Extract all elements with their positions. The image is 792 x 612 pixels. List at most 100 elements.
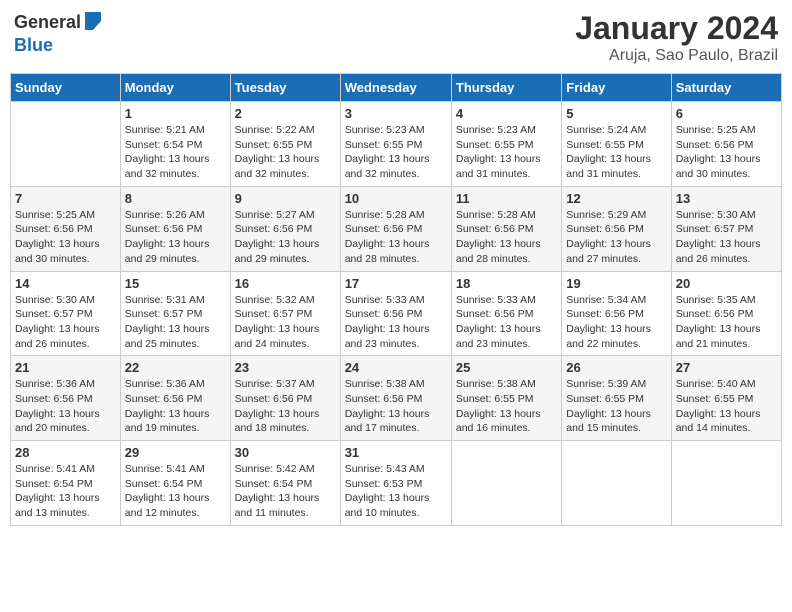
- day-info: Sunrise: 5:26 AM Sunset: 6:56 PM Dayligh…: [125, 208, 226, 267]
- calendar-cell: 30 Sunrise: 5:42 AM Sunset: 6:54 PM Dayli…: [230, 441, 340, 526]
- day-number: 15: [125, 276, 226, 291]
- day-info: Sunrise: 5:29 AM Sunset: 6:56 PM Dayligh…: [566, 208, 666, 267]
- calendar-cell: 17Sunrise: 5:33 AM Sunset: 6:56 PM Dayli…: [340, 271, 451, 356]
- day-info: Sunrise: 5:25 AM Sunset: 6:56 PM Dayligh…: [676, 123, 777, 182]
- day-number: 22: [125, 360, 226, 375]
- day-info: Sunrise: 5:35 AM Sunset: 6:56 PM Dayligh…: [676, 293, 777, 352]
- day-info: Sunrise: 5:27 AM Sunset: 6:56 PM Dayligh…: [235, 208, 336, 267]
- calendar-cell: 19 Sunrise: 5:34 AM Sunset: 6:56 PM Dayli…: [562, 271, 671, 356]
- calendar-cell: 10 Sunrise: 5:28 AM Sunset: 6:56 PM Dayli…: [340, 186, 451, 271]
- day-info: Sunrise: 5:28 AM Sunset: 6:56 PM Dayligh…: [345, 208, 447, 267]
- calendar-cell: 27Sunrise: 5:40 AM Sunset: 6:55 PM Dayli…: [671, 356, 781, 441]
- week-row-5: 28Sunrise: 5:41 AM Sunset: 6:54 PM Dayli…: [11, 441, 782, 526]
- day-number: 26: [566, 360, 666, 375]
- day-info: Sunrise: 5:31 AM Sunset: 6:57 PM Dayligh…: [125, 293, 226, 352]
- calendar-cell: 6 Sunrise: 5:25 AM Sunset: 6:56 PM Daylig…: [671, 102, 781, 187]
- calendar-cell: 8Sunrise: 5:26 AM Sunset: 6:56 PM Daylig…: [120, 186, 230, 271]
- calendar-cell: 25 Sunrise: 5:38 AM Sunset: 6:55 PM Dayli…: [451, 356, 561, 441]
- day-number: 11: [456, 191, 557, 206]
- calendar-cell: 15 Sunrise: 5:31 AM Sunset: 6:57 PM Dayli…: [120, 271, 230, 356]
- day-number: 7: [15, 191, 116, 206]
- week-row-4: 21 Sunrise: 5:36 AM Sunset: 6:56 PM Dayli…: [11, 356, 782, 441]
- calendar-cell: 12 Sunrise: 5:29 AM Sunset: 6:56 PM Dayli…: [562, 186, 671, 271]
- day-info: Sunrise: 5:36 AM Sunset: 6:56 PM Dayligh…: [15, 377, 116, 436]
- day-number: 14: [15, 276, 116, 291]
- calendar-cell: 23Sunrise: 5:37 AM Sunset: 6:56 PM Dayli…: [230, 356, 340, 441]
- calendar-cell: [671, 441, 781, 526]
- day-number: 3: [345, 106, 447, 121]
- day-info: Sunrise: 5:39 AM Sunset: 6:55 PM Dayligh…: [566, 377, 666, 436]
- day-number: 27: [676, 360, 777, 375]
- day-number: 18: [456, 276, 557, 291]
- calendar-cell: 18 Sunrise: 5:33 AM Sunset: 6:56 PM Dayli…: [451, 271, 561, 356]
- day-number: 4: [456, 106, 557, 121]
- calendar-cell: [451, 441, 561, 526]
- calendar-cell: 5 Sunrise: 5:24 AM Sunset: 6:55 PM Daylig…: [562, 102, 671, 187]
- day-info: Sunrise: 5:32 AM Sunset: 6:57 PM Dayligh…: [235, 293, 336, 352]
- day-number: 12: [566, 191, 666, 206]
- weekday-header-tuesday: Tuesday: [230, 74, 340, 102]
- day-info: Sunrise: 5:33 AM Sunset: 6:56 PM Dayligh…: [456, 293, 557, 352]
- day-number: 13: [676, 191, 777, 206]
- day-number: 9: [235, 191, 336, 206]
- day-info: Sunrise: 5:30 AM Sunset: 6:57 PM Dayligh…: [15, 293, 116, 352]
- calendar-cell: 21 Sunrise: 5:36 AM Sunset: 6:56 PM Dayli…: [11, 356, 121, 441]
- day-info: Sunrise: 5:33 AM Sunset: 6:56 PM Dayligh…: [345, 293, 447, 352]
- weekday-header-row: SundayMondayTuesdayWednesdayThursdayFrid…: [11, 74, 782, 102]
- calendar-cell: 7 Sunrise: 5:25 AM Sunset: 6:56 PM Daylig…: [11, 186, 121, 271]
- day-number: 30: [235, 445, 336, 460]
- calendar-cell: 9 Sunrise: 5:27 AM Sunset: 6:56 PM Daylig…: [230, 186, 340, 271]
- calendar-cell: [562, 441, 671, 526]
- day-number: 25: [456, 360, 557, 375]
- day-info: Sunrise: 5:23 AM Sunset: 6:55 PM Dayligh…: [345, 123, 447, 182]
- day-number: 6: [676, 106, 777, 121]
- calendar-cell: 3 Sunrise: 5:23 AM Sunset: 6:55 PM Daylig…: [340, 102, 451, 187]
- logo-general-text: General: [14, 12, 81, 33]
- day-info: Sunrise: 5:38 AM Sunset: 6:56 PM Dayligh…: [345, 377, 447, 436]
- weekday-header-sunday: Sunday: [11, 74, 121, 102]
- day-number: 29: [125, 445, 226, 460]
- day-number: 10: [345, 191, 447, 206]
- day-info: Sunrise: 5:41 AM Sunset: 6:54 PM Dayligh…: [125, 462, 226, 521]
- week-row-3: 14 Sunrise: 5:30 AM Sunset: 6:57 PM Dayli…: [11, 271, 782, 356]
- calendar-cell: 14 Sunrise: 5:30 AM Sunset: 6:57 PM Dayli…: [11, 271, 121, 356]
- calendar-cell: [11, 102, 121, 187]
- page-header: General Blue January 2024 Aruja, Sao Pau…: [10, 10, 782, 65]
- page-title: January 2024: [575, 10, 778, 47]
- day-info: Sunrise: 5:23 AM Sunset: 6:55 PM Dayligh…: [456, 123, 557, 182]
- day-info: Sunrise: 5:42 AM Sunset: 6:54 PM Dayligh…: [235, 462, 336, 521]
- day-info: Sunrise: 5:24 AM Sunset: 6:55 PM Dayligh…: [566, 123, 666, 182]
- day-info: Sunrise: 5:36 AM Sunset: 6:56 PM Dayligh…: [125, 377, 226, 436]
- day-info: Sunrise: 5:38 AM Sunset: 6:55 PM Dayligh…: [456, 377, 557, 436]
- day-number: 19: [566, 276, 666, 291]
- day-number: 1: [125, 106, 226, 121]
- logo: General Blue: [14, 10, 103, 56]
- calendar-cell: 1Sunrise: 5:21 AM Sunset: 6:54 PM Daylig…: [120, 102, 230, 187]
- logo-blue-text: Blue: [14, 35, 53, 55]
- day-number: 21: [15, 360, 116, 375]
- logo-arrow-icon: [83, 12, 103, 35]
- weekday-header-thursday: Thursday: [451, 74, 561, 102]
- weekday-header-monday: Monday: [120, 74, 230, 102]
- calendar-cell: 16Sunrise: 5:32 AM Sunset: 6:57 PM Dayli…: [230, 271, 340, 356]
- day-info: Sunrise: 5:43 AM Sunset: 6:53 PM Dayligh…: [345, 462, 447, 521]
- day-info: Sunrise: 5:34 AM Sunset: 6:56 PM Dayligh…: [566, 293, 666, 352]
- weekday-header-friday: Friday: [562, 74, 671, 102]
- weekday-header-saturday: Saturday: [671, 74, 781, 102]
- calendar-cell: 26 Sunrise: 5:39 AM Sunset: 6:55 PM Dayli…: [562, 356, 671, 441]
- calendar-cell: 28Sunrise: 5:41 AM Sunset: 6:54 PM Dayli…: [11, 441, 121, 526]
- page-subtitle: Aruja, Sao Paulo, Brazil: [575, 47, 778, 65]
- calendar-table: SundayMondayTuesdayWednesdayThursdayFrid…: [10, 73, 782, 526]
- week-row-2: 7 Sunrise: 5:25 AM Sunset: 6:56 PM Daylig…: [11, 186, 782, 271]
- day-number: 5: [566, 106, 666, 121]
- calendar-cell: 13Sunrise: 5:30 AM Sunset: 6:57 PM Dayli…: [671, 186, 781, 271]
- day-info: Sunrise: 5:22 AM Sunset: 6:55 PM Dayligh…: [235, 123, 336, 182]
- day-number: 2: [235, 106, 336, 121]
- day-number: 23: [235, 360, 336, 375]
- calendar-cell: 22 Sunrise: 5:36 AM Sunset: 6:56 PM Dayli…: [120, 356, 230, 441]
- weekday-header-wednesday: Wednesday: [340, 74, 451, 102]
- day-info: Sunrise: 5:41 AM Sunset: 6:54 PM Dayligh…: [15, 462, 116, 521]
- calendar-cell: 24Sunrise: 5:38 AM Sunset: 6:56 PM Dayli…: [340, 356, 451, 441]
- day-info: Sunrise: 5:25 AM Sunset: 6:56 PM Dayligh…: [15, 208, 116, 267]
- week-row-1: 1Sunrise: 5:21 AM Sunset: 6:54 PM Daylig…: [11, 102, 782, 187]
